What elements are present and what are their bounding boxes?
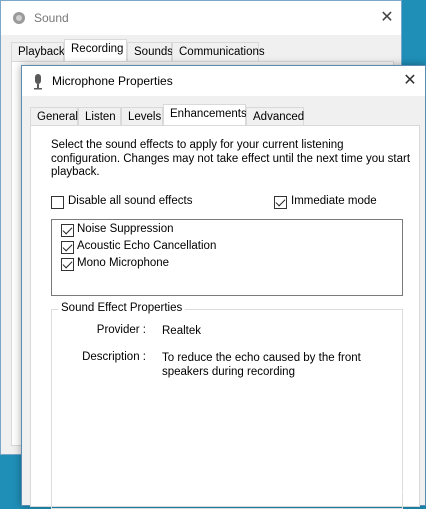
immediate-mode-checkbox[interactable]	[274, 196, 287, 209]
immediate-mode-label[interactable]: Immediate mode	[291, 195, 377, 207]
sound-close-icon[interactable]: ✕	[373, 6, 401, 30]
enhancements-description: Select the sound effects to apply for yo…	[51, 139, 411, 178]
tab-playback[interactable]: Playback	[11, 42, 65, 61]
enhancements-panel: Select the sound effects to apply for yo…	[30, 125, 420, 509]
tab-listen[interactable]: Listen	[78, 107, 121, 126]
tab-advanced[interactable]: Advanced	[246, 107, 304, 126]
tab-sounds[interactable]: Sounds	[127, 42, 173, 61]
sound-effect-properties-group: Sound Effect Properties Provider : Realt…	[51, 302, 403, 509]
mono-microphone-checkbox[interactable]	[61, 258, 74, 271]
tab-enhancements[interactable]: Enhancements	[163, 104, 247, 126]
tab-general[interactable]: General	[30, 107, 78, 126]
speaker-icon	[13, 12, 25, 24]
mic-window-title: Microphone Properties	[52, 74, 173, 88]
tab-recording[interactable]: Recording	[64, 39, 127, 61]
provider-value: Realtek	[162, 325, 201, 337]
microphone-icon	[34, 74, 42, 90]
disable-all-label[interactable]: Disable all sound effects	[68, 195, 192, 207]
sound-titlebar[interactable]: Sound ✕	[1, 1, 401, 35]
description-label: Description :	[82, 351, 146, 363]
effect-label-acoustic-echo-cancellation[interactable]: Acoustic Echo Cancellation	[77, 240, 216, 252]
mic-titlebar[interactable]: Microphone Properties ✕	[22, 66, 425, 96]
acoustic-echo-cancellation-checkbox[interactable]	[61, 241, 74, 254]
tab-communications[interactable]: Communications	[172, 42, 265, 61]
noise-suppression-checkbox[interactable]	[61, 224, 74, 237]
mic-close-icon[interactable]: ✕	[397, 70, 423, 92]
effect-label-noise-suppression[interactable]: Noise Suppression	[77, 223, 174, 235]
effect-label-mono-microphone[interactable]: Mono Microphone	[77, 257, 169, 269]
group-title: Sound Effect Properties	[58, 302, 186, 314]
disable-all-checkbox[interactable]	[51, 196, 64, 209]
effects-list: Noise Suppression Acoustic Echo Cancella…	[51, 219, 403, 296]
tab-levels[interactable]: Levels	[121, 107, 163, 126]
provider-label: Provider :	[96, 324, 146, 336]
description-value: To reduce the echo caused by the front s…	[162, 352, 361, 378]
watermark-text: wsxdn.com	[354, 488, 410, 500]
microphone-properties-window: Microphone Properties ✕ General Listen L…	[21, 65, 426, 509]
mic-tab-strip: General Listen Levels Enhancements Advan…	[30, 104, 420, 127]
sound-window-title: Sound	[34, 11, 69, 25]
